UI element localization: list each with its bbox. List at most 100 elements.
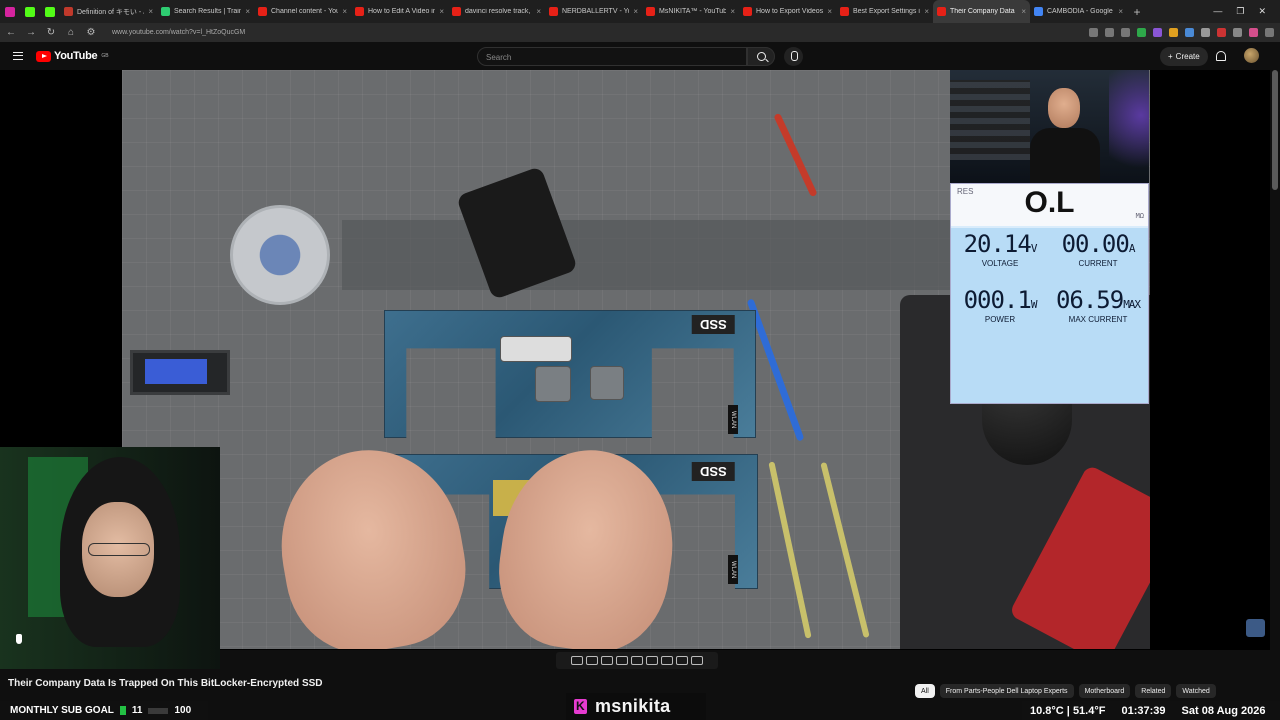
close-window-button[interactable]: ✕	[1258, 6, 1266, 17]
extension-icon[interactable]	[1217, 28, 1226, 37]
browser-tab[interactable]: Channel content - YouTub×	[254, 0, 351, 23]
tab-close-icon[interactable]: ×	[245, 7, 250, 16]
back-icon[interactable]: ←	[6, 27, 16, 38]
account-avatar[interactable]	[1244, 48, 1259, 63]
browser-tab[interactable]: davinci resolve track, rem ×	[448, 0, 545, 23]
chapters-icon[interactable]	[616, 656, 628, 665]
tab-favicon-icon	[1034, 7, 1043, 16]
browser-tab[interactable]: NERDBALLERTV - YouTub ×	[545, 0, 642, 23]
resistance-value: O.L	[1024, 186, 1075, 219]
extensions-puzzle-icon[interactable]	[1233, 28, 1242, 37]
captions-icon[interactable]	[601, 656, 613, 665]
tab-close-icon[interactable]: ×	[730, 7, 735, 16]
profile-icon[interactable]	[1249, 28, 1258, 37]
install-icon[interactable]	[1105, 28, 1114, 37]
browser-tab[interactable]: MsNIKITA™ - YouTube ×	[642, 0, 739, 23]
mouse-cursor-icon	[16, 634, 22, 644]
sticker	[500, 336, 572, 362]
maximize-button[interactable]: ❐	[1236, 6, 1244, 17]
extension-icon[interactable]	[1185, 28, 1194, 37]
forward-icon[interactable]: →	[26, 27, 36, 38]
extension-icon[interactable]	[1169, 28, 1178, 37]
speed-icon[interactable]	[646, 656, 658, 665]
youtube-logo[interactable]: YouTube GB	[36, 50, 109, 62]
create-button[interactable]: + Create	[1160, 47, 1208, 66]
screwdriver	[773, 112, 818, 198]
sub-goal-label: MONTHLY SUB GOAL	[10, 705, 114, 716]
filter-chip[interactable]: Motherboard	[1078, 684, 1131, 698]
filter-chip[interactable]: Related	[1135, 684, 1172, 698]
browser-tab[interactable]: Their Company Data ×	[933, 0, 1030, 23]
loop-icon[interactable]	[571, 656, 583, 665]
tab-close-icon[interactable]: ×	[439, 7, 444, 16]
site-info-icon[interactable]: ⚙	[86, 27, 96, 38]
new-tab-button[interactable]: +	[1127, 5, 1147, 19]
browser-tab[interactable]: How to Export Videos wit×	[739, 0, 836, 23]
wlan-label-top: WLAN	[728, 405, 738, 435]
miniplayer-icon[interactable]	[631, 656, 643, 665]
filter-chip[interactable]: Watched	[1176, 684, 1216, 698]
ssd-label-top: SSD	[692, 315, 735, 334]
cast-icon[interactable]	[1089, 28, 1098, 37]
hamburger-menu-icon[interactable]	[13, 52, 23, 60]
screenshot-icon[interactable]	[676, 656, 688, 665]
download-icon[interactable]	[1137, 28, 1146, 37]
browser-tab[interactable]: Definition of キモい - Jap ×	[60, 0, 157, 23]
stream-info-overlay: 10.8°C | 51.4°F 01:37:39 Sat 08 Aug 2026	[1022, 701, 1280, 720]
tab-title: Search Results | Trainline	[174, 8, 242, 15]
pinned-tab-kick-2[interactable]	[40, 0, 60, 23]
extension-icon[interactable]	[1153, 28, 1162, 37]
tab-close-icon[interactable]: ×	[342, 7, 347, 16]
youtube-play-icon	[36, 50, 51, 62]
page-scrollbar[interactable]	[1272, 70, 1278, 190]
tab-close-icon[interactable]: ×	[148, 7, 153, 16]
pip-icon[interactable]	[661, 656, 673, 665]
browser-tab[interactable]: CAMBODIA - Google Sea ×	[1030, 0, 1127, 23]
tab-close-icon[interactable]: ×	[1021, 7, 1026, 16]
tab-close-icon[interactable]: ×	[1118, 7, 1123, 16]
minimize-button[interactable]: —	[1213, 6, 1222, 17]
filter-chip[interactable]: From Parts-People Dell Laptop Experts	[939, 684, 1074, 698]
pinned-tab-kick[interactable]	[20, 0, 40, 23]
browser-tab[interactable]: How to Edit A Video in Da×	[351, 0, 448, 23]
settings-gear-icon[interactable]	[691, 656, 703, 665]
audio-icon[interactable]	[586, 656, 598, 665]
reload-icon[interactable]: ↻	[46, 27, 56, 38]
video-player[interactable]: SSD SSD WLAN WLAN RES O.L MΩ 20.14V VOLT…	[0, 70, 1270, 669]
tab-close-icon[interactable]: ×	[536, 7, 541, 16]
voice-search-mic-icon[interactable]	[784, 47, 803, 66]
tab-close-icon[interactable]: ×	[827, 7, 832, 16]
tab-close-icon[interactable]: ×	[633, 7, 638, 16]
search-input[interactable]: Search	[477, 47, 747, 66]
clock: 01:37:39	[1121, 704, 1166, 717]
current-label: CURRENT	[1078, 259, 1118, 268]
streamer-webcam	[0, 447, 220, 669]
power-unit: W	[1030, 298, 1038, 311]
browser-menu-icon[interactable]	[1265, 28, 1274, 37]
tab-favicon-icon	[840, 7, 849, 16]
browser-tab[interactable]: Search Results | Trainline×	[157, 0, 254, 23]
tab-favicon-icon	[64, 7, 73, 16]
sub-goal-current: 11	[131, 705, 143, 716]
voltage-unit: V	[1030, 242, 1038, 255]
url-field[interactable]: www.youtube.com/watch?v=l_HtZoQucGM	[112, 29, 245, 36]
browser-tab[interactable]: Best Export Settings in Da ×	[836, 0, 933, 23]
meter-readings: 20.14V VOLTAGE 00.00A CURRENT 000.1W POW…	[951, 228, 1148, 403]
home-icon[interactable]: ⌂	[66, 27, 76, 38]
tab-favicon-icon	[258, 7, 267, 16]
tab-title: Definition of キモい - Jap	[77, 8, 144, 16]
tab-close-icon[interactable]: ×	[924, 7, 929, 16]
pinned-tab-instagram[interactable]	[0, 0, 20, 23]
cpu-chip	[535, 366, 571, 402]
window-controls: — ❐ ✕	[1213, 6, 1280, 17]
notifications-bell-icon[interactable]	[1216, 51, 1226, 61]
filter-chip[interactable]: All	[915, 684, 935, 698]
bookmark-star-icon[interactable]	[1121, 28, 1130, 37]
floating-widget-icon[interactable]	[1246, 619, 1265, 637]
sub-goal-overlay: MONTHLY SUB GOAL 11 100	[0, 701, 208, 720]
search-button[interactable]	[747, 47, 775, 66]
kick-logo-icon	[574, 699, 587, 714]
extension-icon[interactable]	[1201, 28, 1210, 37]
streamer-name: msnikita	[595, 696, 671, 716]
probe	[768, 461, 812, 639]
